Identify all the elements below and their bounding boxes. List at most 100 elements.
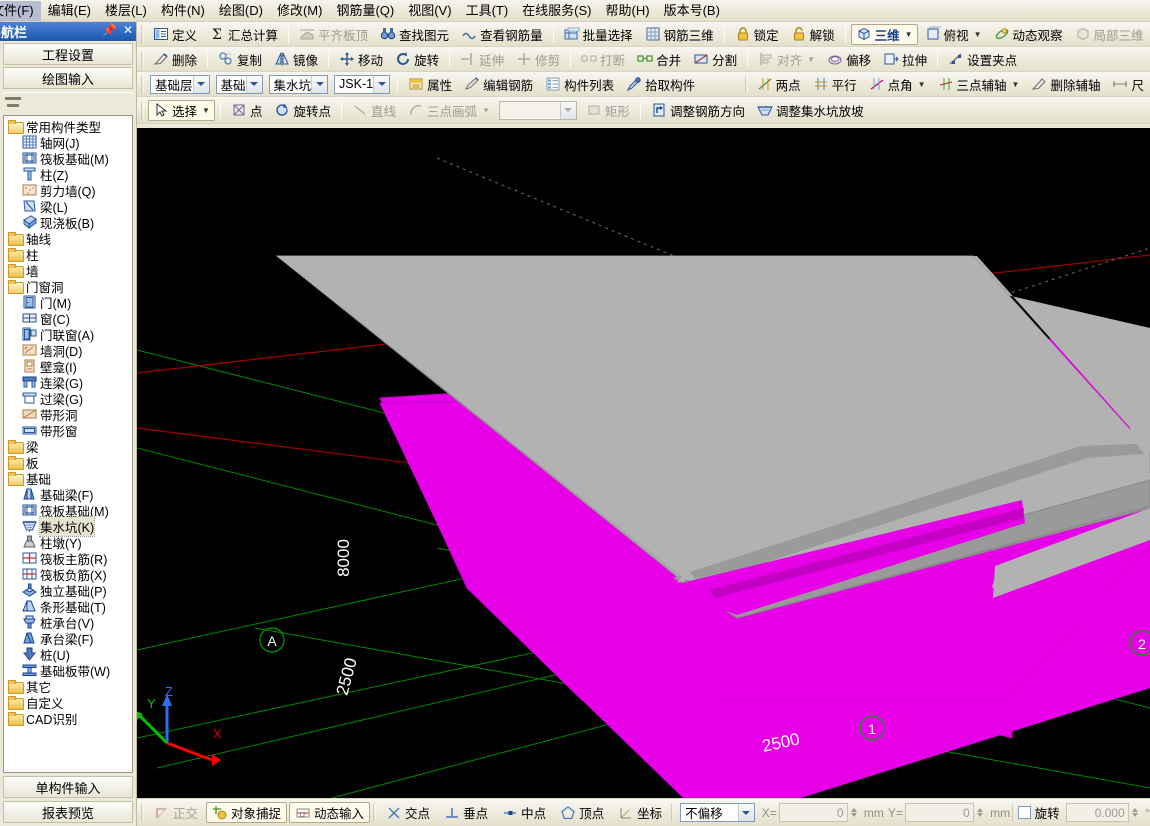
menu-modify[interactable]: 修改(M) <box>270 1 330 21</box>
select-tool-button[interactable]: 选择 ▼ <box>148 99 215 121</box>
chevron-down-icon[interactable] <box>737 804 754 821</box>
define-button[interactable]: 定义 <box>148 24 202 45</box>
menu-rebar-qty[interactable]: 钢筋量(Q) <box>329 1 401 21</box>
local-3d-button[interactable]: 局部三维 <box>1070 24 1149 45</box>
y-stepper[interactable] <box>975 803 986 822</box>
toolbar-grip[interactable] <box>141 50 144 68</box>
statusbar-grip[interactable] <box>373 804 377 821</box>
tree-node-folder-icon[interactable]: 轴线 <box>6 230 132 247</box>
offset-button[interactable]: 偏移 <box>822 49 876 70</box>
chevron-down-icon[interactable] <box>192 75 209 93</box>
menu-draw[interactable]: 绘图(D) <box>212 1 270 21</box>
chevron-down-icon[interactable] <box>559 101 576 119</box>
rotate-point-tool-button[interactable]: 旋转点 <box>269 100 336 121</box>
floor-select[interactable]: 基础层 <box>150 74 210 94</box>
menu-view[interactable]: 视图(V) <box>401 1 458 21</box>
point-tool-button[interactable]: 点 <box>226 100 268 121</box>
extend-button[interactable]: 延伸 <box>455 49 509 70</box>
component-tree[interactable]: 常用构件类型 轴网(J) 筏板基础(M) 柱(Z) 剪力墙(Q) 梁(L) 现浇板(B) 轴线… <box>3 115 133 773</box>
tree-node-strip-window-icon[interactable]: 带形窗 <box>6 422 132 439</box>
toolbar-grip[interactable] <box>141 75 144 93</box>
three-point-arc-button[interactable]: 三点画弧 ▼ <box>403 100 495 121</box>
model-3d-scene[interactable]: 8000 2500 2500 A 1 2 X Z Y <box>137 128 1150 798</box>
chevron-down-icon[interactable]: ▼ <box>918 80 926 89</box>
snap-perpendicular[interactable]: 垂点 <box>438 802 494 823</box>
menu-tools[interactable]: 工具(T) <box>459 1 516 21</box>
align-slab-top-button[interactable]: 平齐板顶 <box>294 24 373 45</box>
statusbar-grip[interactable] <box>1012 804 1016 821</box>
delete-aux-axis-button[interactable]: 删除辅轴 <box>1026 74 1105 95</box>
trim-button[interactable]: 修剪 <box>511 49 565 70</box>
x-stepper[interactable] <box>849 803 860 822</box>
properties-button[interactable]: 属性 <box>403 74 457 95</box>
component-list-button[interactable]: 构件列表 <box>540 74 619 95</box>
lock-button[interactable]: 锁定 <box>730 24 784 45</box>
batch-select-button[interactable]: 批量选择 <box>559 24 638 45</box>
snap-midpoint[interactable]: 中点 <box>496 802 552 823</box>
statusbar-grip[interactable] <box>141 804 144 821</box>
component-type-select[interactable]: 集水坑 <box>268 74 329 94</box>
tree-node-folder-icon[interactable]: 墙 <box>6 262 132 279</box>
parallel-button[interactable]: 平行 <box>808 74 862 95</box>
delete-button[interactable]: 删除 <box>148 49 202 70</box>
pin-icon[interactable]: 📌 <box>102 23 117 37</box>
chevron-down-icon[interactable]: ▼ <box>482 106 490 115</box>
align-button[interactable]: 对齐 ▼ <box>753 49 820 70</box>
rebar-3d-button[interactable]: 钢筋三维 <box>640 24 719 45</box>
statusbar-grip[interactable] <box>671 804 675 821</box>
dynamic-input-toggle[interactable]: 12 动态输入 <box>289 802 371 823</box>
break-button[interactable]: 打断 <box>576 49 630 70</box>
project-settings-button[interactable]: 工程设置 <box>3 43 133 65</box>
menu-component[interactable]: 构件(N) <box>154 1 212 21</box>
move-button[interactable]: 移动 <box>334 49 388 70</box>
menu-help[interactable]: 帮助(H) <box>599 1 657 21</box>
tree-node-slab-icon[interactable]: 现浇板(B) <box>6 214 132 231</box>
mirror-button[interactable]: 镜像 <box>269 49 323 70</box>
menu-file[interactable]: 文件(F) <box>0 0 41 21</box>
snap-coordinate[interactable]: 坐标 <box>612 802 668 823</box>
tree-node-folder-icon[interactable]: 其它 <box>6 678 132 695</box>
rotate-checkbox[interactable] <box>1018 806 1031 819</box>
pick-component-button[interactable]: 拾取构件 <box>621 74 700 95</box>
close-icon[interactable]: ✕ <box>123 23 133 37</box>
adjust-sump-slope-button[interactable]: 调整集水坑放坡 <box>752 100 869 121</box>
chevron-down-icon[interactable]: ▼ <box>974 30 982 39</box>
point-angle-button[interactable]: 点角 ▼ <box>864 74 931 95</box>
find-element-button[interactable]: 查找图元 <box>375 24 454 45</box>
chevron-down-icon[interactable] <box>311 75 328 93</box>
offset-mode-select[interactable]: 不偏移 <box>680 803 755 822</box>
x-coordinate-input[interactable]: 0 <box>778 803 848 822</box>
chevron-down-icon[interactable]: ▼ <box>1012 80 1020 89</box>
split-button[interactable]: 分割 <box>688 49 742 70</box>
stretch-button[interactable]: 拉伸 <box>878 49 932 70</box>
rotate-stepper[interactable] <box>1130 803 1141 822</box>
menu-version[interactable]: 版本号(B) <box>657 1 727 21</box>
menu-edit[interactable]: 编辑(E) <box>41 1 98 21</box>
three-d-button[interactable]: 三维 ▼ <box>850 23 918 45</box>
tree-node-shear-wall-icon[interactable]: 剪力墙(Q) <box>6 182 132 199</box>
set-grip-button[interactable]: 设置夹点 <box>943 49 1022 70</box>
orbit-button[interactable]: 动态观察 <box>989 24 1068 45</box>
edit-rebar-button[interactable]: 编辑钢筋 <box>459 74 538 95</box>
rectangle-tool-button[interactable]: 矩形 <box>581 100 635 121</box>
top-view-button[interactable]: 俯视 ▼ <box>920 24 987 45</box>
snap-intersection[interactable]: 交点 <box>380 802 436 823</box>
snap-vertex[interactable]: 顶点 <box>554 802 610 823</box>
two-point-button[interactable]: 两点 <box>752 74 806 95</box>
tree-node-folder-icon[interactable]: CAD识别 <box>6 710 132 727</box>
ortho-toggle[interactable]: 正交 <box>148 802 204 823</box>
component-name-select[interactable]: JSK-1 <box>334 74 391 94</box>
ruler-button[interactable]: 尺 <box>1107 74 1149 95</box>
y-coordinate-input[interactable]: 0 <box>904 803 974 822</box>
menu-online-service[interactable]: 在线服务(S) <box>515 1 598 21</box>
rotate-button[interactable]: 旋转 <box>390 49 444 70</box>
three-point-axis-button[interactable]: 三点辅轴 ▼ <box>933 74 1025 95</box>
chevron-down-icon[interactable]: ▼ <box>202 106 210 115</box>
toolbar-grip[interactable] <box>141 25 144 43</box>
copy-button[interactable]: 复制 <box>213 49 267 70</box>
toolbar-grip[interactable] <box>141 101 144 119</box>
report-preview-button[interactable]: 报表预览 <box>3 801 133 823</box>
summary-calc-button[interactable]: Σ 汇总计算 <box>204 24 283 45</box>
category-select[interactable]: 基础 <box>215 74 263 94</box>
unlock-button[interactable]: 解锁 <box>786 24 840 45</box>
